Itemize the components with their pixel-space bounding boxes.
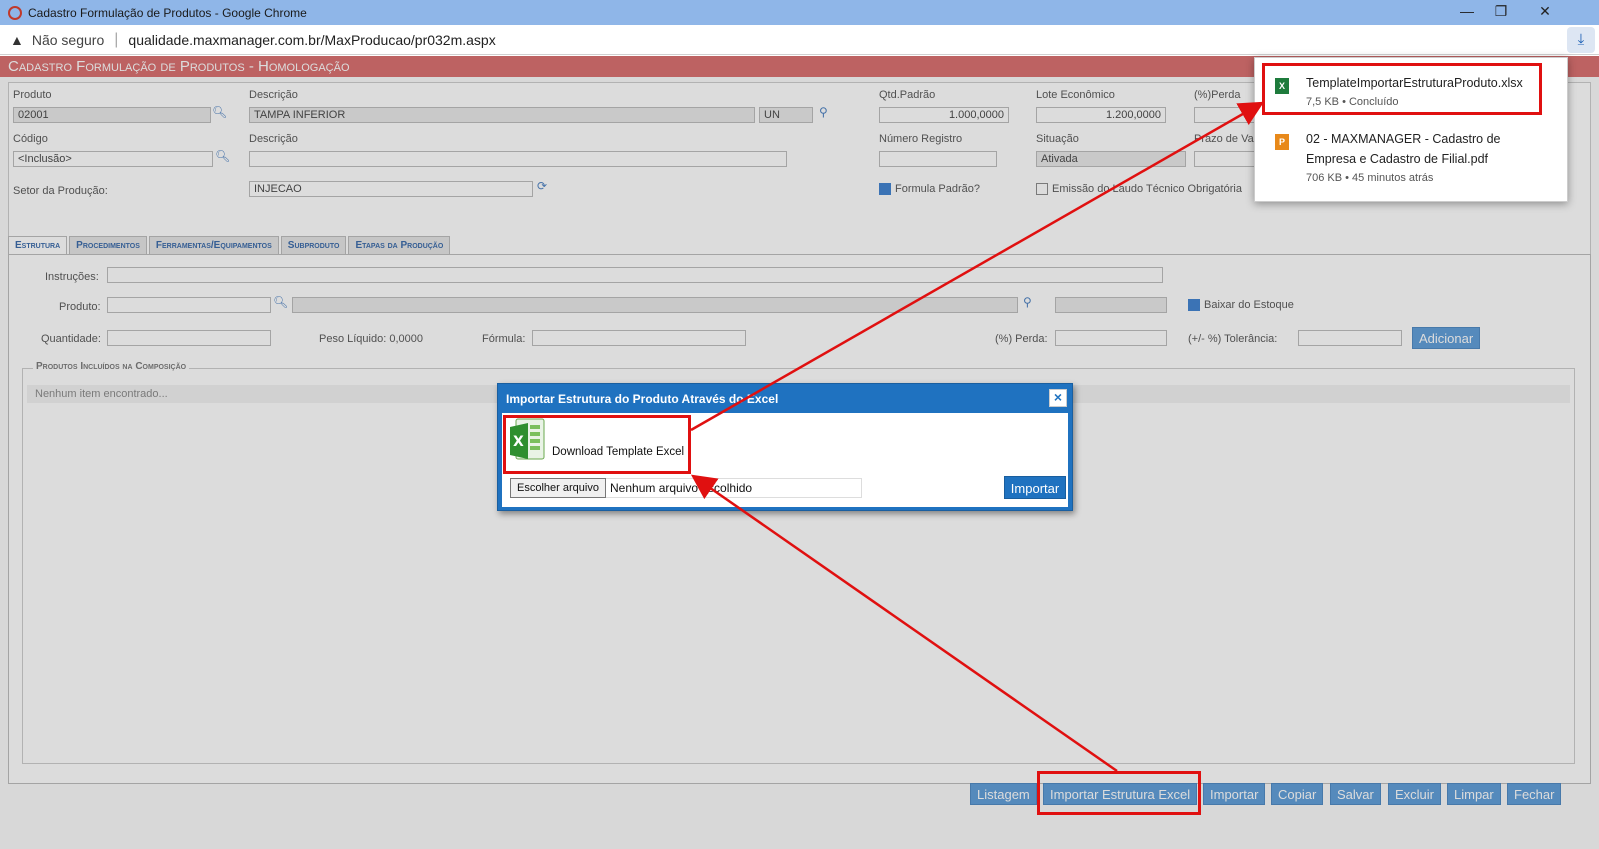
modal-import-button[interactable]: Importar: [1004, 476, 1066, 499]
window-title: Cadastro Formulação de Produtos - Google…: [28, 5, 307, 20]
download-meta: 706 KB • 45 minutos atrás: [1306, 172, 1434, 184]
security-label[interactable]: Não seguro: [32, 32, 104, 48]
close-window-icon[interactable]: ✕: [1523, 0, 1567, 25]
window-titlebar: Cadastro Formulação de Produtos - Google…: [0, 0, 1599, 25]
no-file-label: Nenhum arquivo escolhido: [606, 478, 862, 498]
url-text[interactable]: qualidade.maxmanager.com.br/MaxProducao/…: [128, 32, 495, 48]
chrome-app-icon: [8, 5, 22, 20]
address-bar[interactable]: ▲ Não seguro | qualidade.maxmanager.com.…: [0, 25, 1599, 55]
pdf-file-icon: P: [1275, 134, 1289, 150]
modal-title: Importar Estrutura do Produto Através do…: [506, 392, 779, 406]
download-icon[interactable]: ⤓: [1567, 27, 1595, 53]
address-separator: |: [114, 30, 119, 48]
close-icon[interactable]: ×: [1049, 389, 1067, 407]
warning-icon[interactable]: ▲: [10, 32, 24, 48]
download-name-line1[interactable]: 02 - MAXMANAGER - Cadastro de: [1306, 132, 1501, 146]
annotation-box-import-button: [1037, 771, 1201, 815]
download-name-line2[interactable]: Empresa e Cadastro de Filial.pdf: [1306, 152, 1488, 166]
choose-file-button[interactable]: Escolher arquivo: [510, 478, 606, 498]
download-item-pdf[interactable]: P 02 - MAXMANAGER - Cadastro de Empresa …: [1255, 124, 1569, 200]
annotation-box-template: [503, 415, 691, 474]
restore-icon[interactable]: ❐: [1479, 0, 1523, 25]
annotation-box-download: [1262, 63, 1542, 115]
